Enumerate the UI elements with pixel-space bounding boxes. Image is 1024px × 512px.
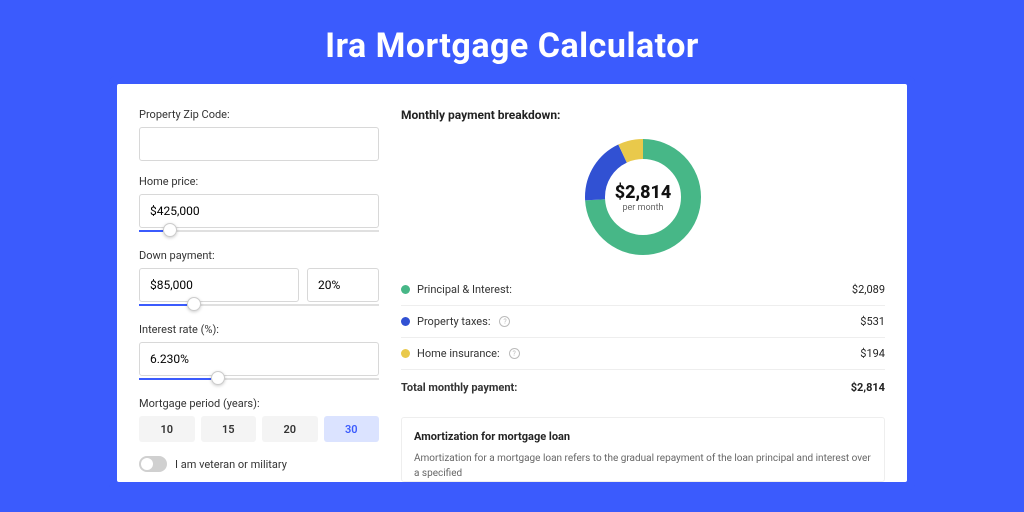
home-price-input[interactable]	[139, 194, 379, 228]
legend-value: $531	[860, 315, 885, 328]
page-title: Ira Mortgage Calculator	[0, 0, 1024, 84]
interest-field: Interest rate (%):	[139, 323, 379, 383]
amortization-section: Amortization for mortgage loan Amortizat…	[401, 417, 885, 482]
interest-input[interactable]	[139, 342, 379, 376]
zip-input[interactable]	[139, 127, 379, 161]
veteran-toggle[interactable]	[139, 456, 167, 472]
interest-label: Interest rate (%):	[139, 323, 379, 336]
veteran-label: I am veteran or military	[175, 458, 287, 471]
period-field: Mortgage period (years): 10 15 20 30	[139, 397, 379, 442]
legend-row-total: Total monthly payment: $2,814	[401, 370, 885, 403]
legend-dot	[401, 285, 410, 294]
period-15-button[interactable]: 15	[201, 416, 257, 442]
period-10-button[interactable]: 10	[139, 416, 195, 442]
legend-label: Home insurance:	[417, 347, 500, 360]
legend-total-label: Total monthly payment:	[401, 381, 517, 394]
donut-center-value: $2,814	[615, 182, 672, 203]
legend-value: $2,089	[852, 283, 885, 296]
home-price-label: Home price:	[139, 175, 379, 188]
down-payment-slider[interactable]	[139, 301, 379, 309]
breakdown-panel: Monthly payment breakdown: $2,814 per mo…	[401, 108, 885, 482]
down-payment-pct-input[interactable]	[307, 268, 379, 302]
amortization-title: Amortization for mortgage loan	[414, 430, 872, 443]
legend-label: Property taxes:	[417, 315, 490, 328]
info-icon[interactable]: ?	[499, 316, 510, 327]
amortization-text: Amortization for a mortgage loan refers …	[414, 451, 872, 481]
legend-label: Principal & Interest:	[417, 283, 512, 296]
calculator-card: Property Zip Code: Home price: Down paym…	[117, 84, 907, 482]
zip-field: Property Zip Code:	[139, 108, 379, 161]
slider-thumb[interactable]	[187, 297, 201, 311]
info-icon[interactable]: ?	[509, 348, 520, 359]
period-buttons: 10 15 20 30	[139, 416, 379, 442]
breakdown-donut-chart: $2,814 per month	[582, 136, 704, 258]
down-payment-label: Down payment:	[139, 249, 379, 262]
veteran-row: I am veteran or military	[139, 456, 379, 472]
legend-value: $194	[860, 347, 885, 360]
interest-slider[interactable]	[139, 375, 379, 383]
down-payment-input[interactable]	[139, 268, 299, 302]
period-20-button[interactable]: 20	[262, 416, 318, 442]
legend-row-taxes: Property taxes: ? $531	[401, 306, 885, 338]
legend-total-value: $2,814	[851, 381, 885, 394]
down-payment-field: Down payment:	[139, 249, 379, 309]
home-price-field: Home price:	[139, 175, 379, 235]
period-30-button[interactable]: 30	[324, 416, 380, 442]
legend-dot	[401, 349, 410, 358]
period-label: Mortgage period (years):	[139, 397, 379, 410]
breakdown-title: Monthly payment breakdown:	[401, 108, 885, 122]
zip-label: Property Zip Code:	[139, 108, 379, 121]
legend-row-insurance: Home insurance: ? $194	[401, 338, 885, 370]
slider-thumb[interactable]	[163, 223, 177, 237]
slider-thumb[interactable]	[211, 371, 225, 385]
legend-dot	[401, 317, 410, 326]
home-price-slider[interactable]	[139, 227, 379, 235]
legend-row-principal: Principal & Interest: $2,089	[401, 274, 885, 306]
input-panel: Property Zip Code: Home price: Down paym…	[139, 108, 379, 482]
donut-center-sub: per month	[622, 203, 663, 213]
